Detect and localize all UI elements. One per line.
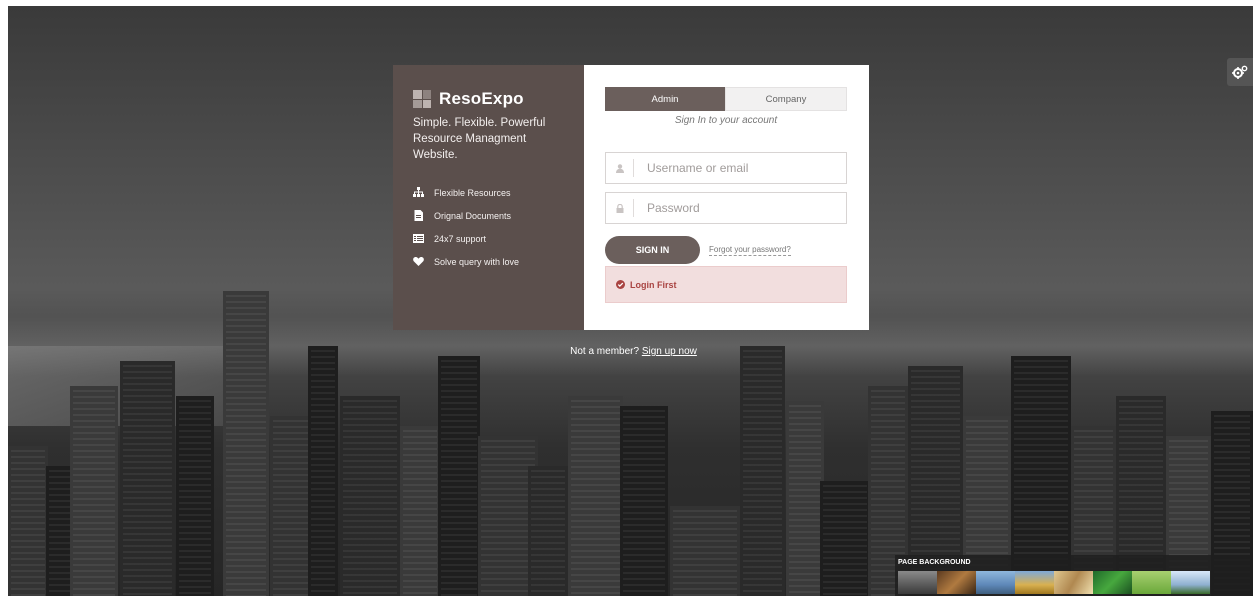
user-icon [606,159,634,177]
alert-check-icon [616,280,625,289]
sign-in-button[interactable]: SIGN IN [605,236,700,264]
bg-thumb-wheat[interactable] [1054,571,1093,594]
login-panel: Admin Company Sign In to your account SI… [584,65,869,330]
lock-icon [606,199,634,217]
bg-thumb-sunset-field[interactable] [1015,571,1054,594]
building [70,386,118,596]
tagline: Simple. Flexible. Powerful Resource Mana… [413,117,546,161]
username-field [605,152,847,184]
password-input[interactable] [634,201,834,215]
feature-label: Orignal Documents [434,210,512,221]
bg-thumb-tree-sky[interactable] [1171,571,1210,594]
building [528,466,568,596]
feature-item: Solve query with love [413,256,564,267]
promo-panel: ResoExpo Simple. Flexible. Powerful Reso… [393,65,584,330]
building [568,396,623,596]
building [786,401,824,596]
signup-prompt: Not a member? Sign up now [0,346,1253,357]
gears-icon [1232,65,1248,79]
sign-in-subtitle: Sign In to your account [674,115,778,126]
tab-company[interactable]: Company [725,87,847,111]
feature-label: 24x7 support [434,233,487,244]
sign-up-link[interactable]: Sign up now [642,346,697,357]
brand-logo-icon [413,90,431,108]
building [740,346,785,596]
feature-item: Orignal Documents [413,210,564,221]
building [223,291,269,596]
document-icon [414,210,423,221]
building [8,446,48,596]
building [270,416,312,596]
forgot-password-link[interactable]: Forgot your password? [709,245,791,256]
login-actions: SIGN IN Forgot your password? [605,236,848,264]
tab-admin[interactable]: Admin [605,87,725,111]
feature-item: Flexible Resources [413,187,564,198]
building [120,361,175,596]
login-alert: Login First [605,266,847,303]
username-input[interactable] [634,161,834,175]
heart-icon [413,257,424,266]
building [820,481,870,596]
building [340,396,400,596]
alert-text: Login First [630,279,677,290]
list-icon [413,234,424,243]
page-background-picker: PAGE BACKGROUND [895,555,1253,596]
bg-thumb-green-leaves[interactable] [1093,571,1132,594]
brand-name: ResoExpo [439,89,524,108]
bg-thumb-grass-field[interactable] [1132,571,1171,594]
page-background-title: PAGE BACKGROUND [898,559,971,566]
bg-thumb-city[interactable] [898,571,937,594]
signup-prompt-text: Not a member? [570,346,640,357]
feature-label: Flexible Resources [434,187,511,198]
sitemap-icon [413,187,424,197]
feature-list: Flexible Resources Orignal Documents 24x… [413,187,564,267]
feature-label: Solve query with love [434,256,520,267]
building [308,346,338,596]
bg-thumb-market[interactable] [937,571,976,594]
settings-toggle-button[interactable] [1227,58,1253,86]
building [620,406,668,596]
background-thumbnails [895,571,1253,594]
brand: ResoExpo [413,89,564,109]
feature-item: 24x7 support [413,233,564,244]
building [400,426,440,596]
building [176,396,214,596]
building [670,506,740,596]
password-field [605,192,847,224]
building [438,356,480,596]
login-type-tabs: Admin Company [605,87,847,111]
bg-thumb-mountains[interactable] [976,571,1015,594]
